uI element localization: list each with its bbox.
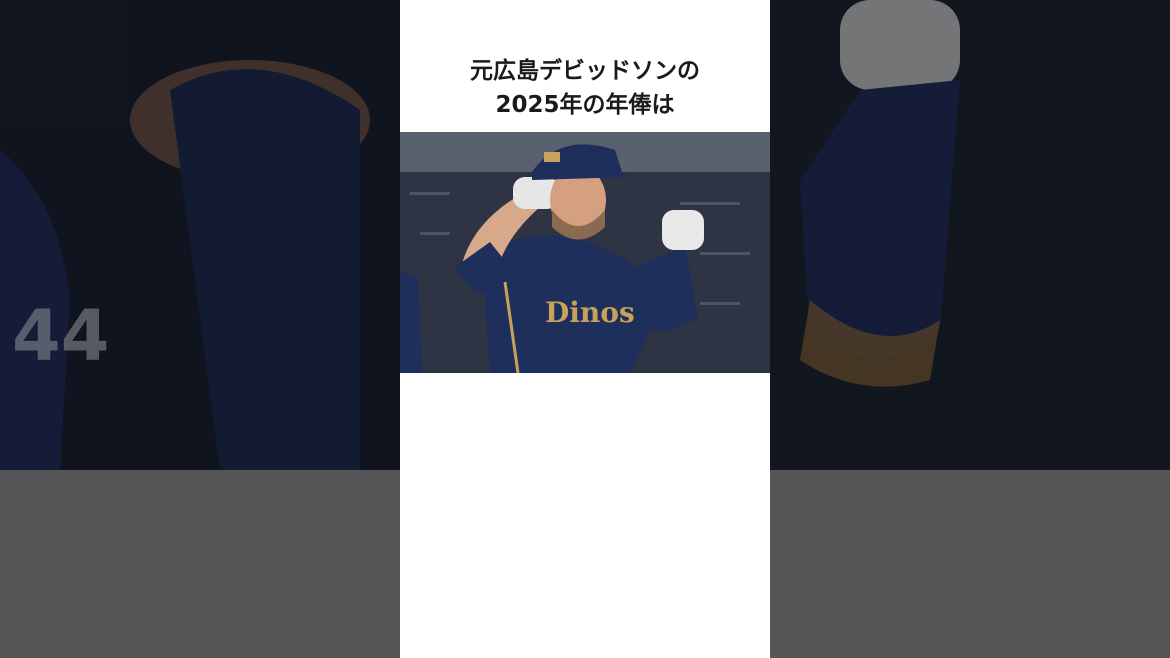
background-left-blur: 44 [0, 0, 400, 470]
player-photo-illustration: Dinos [400, 132, 770, 373]
video-title-line2: 2025年の年俸は [495, 92, 675, 118]
video-title: 元広島デビッドソンの 2025年の年俸は [400, 54, 770, 122]
background-bottom-right [770, 470, 1170, 658]
video-title-line1: 元広島デビッドソンの [470, 58, 700, 84]
shorts-card: 元広島デビッドソンの 2025年の年俸は Dinos [400, 0, 770, 658]
player-photo: Dinos [400, 132, 770, 373]
background-right-blur [770, 0, 1170, 470]
background-bottom-left [0, 470, 400, 658]
jersey-lettering: Dinos [545, 296, 635, 329]
